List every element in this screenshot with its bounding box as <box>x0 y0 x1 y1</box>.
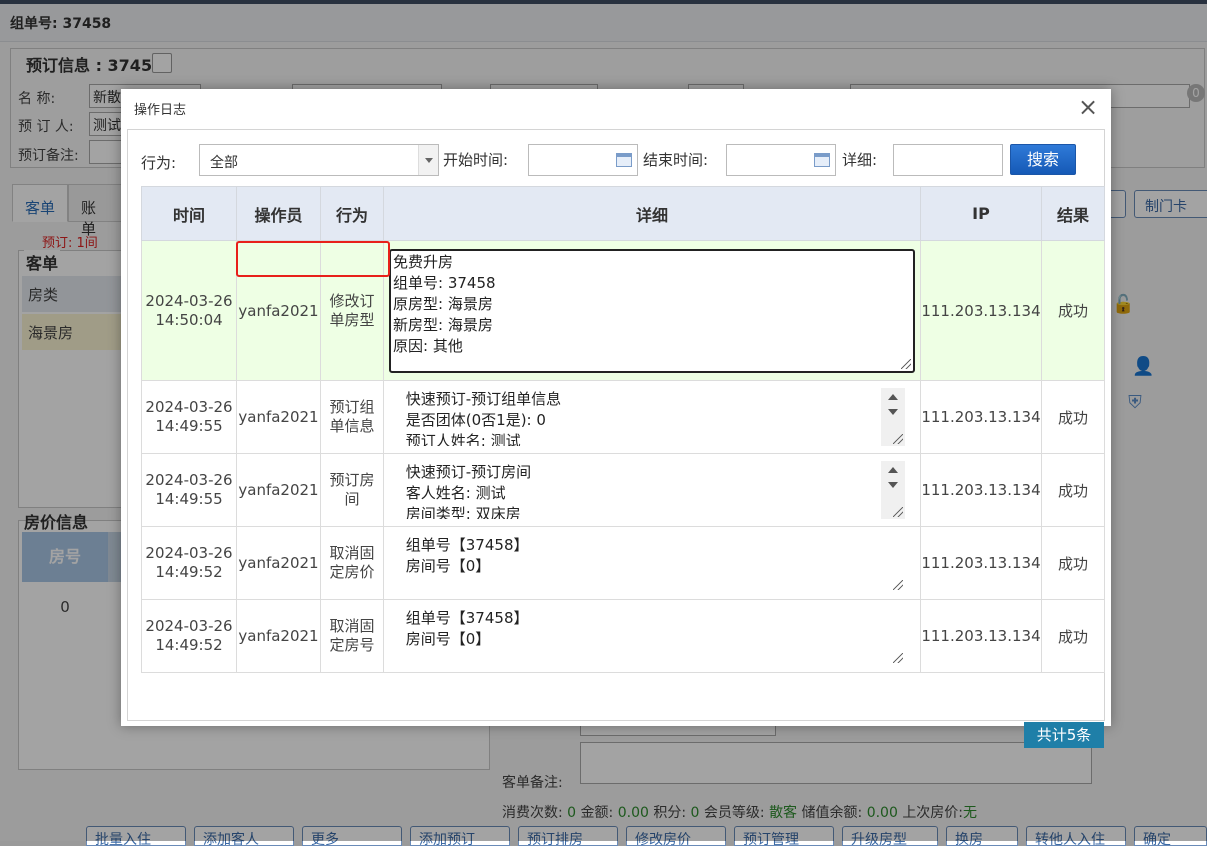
scroll-down-icon[interactable] <box>888 409 898 415</box>
table-row[interactable]: 2024-03-26 14:49:52 yanfa2021 取消固 定房号 组单号【… <box>141 599 1105 673</box>
ip-cell: 111.203.13.134 <box>920 453 1042 527</box>
action-filter-label: 行为: <box>141 154 177 172</box>
operator-cell: yanfa2021 <box>236 380 321 454</box>
time-cell: 2024-03-26 14:49:52 <box>141 526 237 600</box>
table-header-row: 时间 操作员 行为 详细 IP 结果 <box>141 186 1105 241</box>
operator-cell: yanfa2021 <box>236 453 321 527</box>
detail-textarea[interactable]: 快速预订-预订房间 客人姓名: 测试 房间类型: 双床房 <box>399 461 905 519</box>
detail-cell: 组单号【37458】 房间号【0】 <box>383 526 921 600</box>
start-time-input[interactable] <box>528 144 638 176</box>
resize-grip-icon[interactable] <box>901 358 911 369</box>
column-header-time[interactable]: 时间 <box>141 186 237 241</box>
detail-textarea[interactable]: 组单号【37458】 房间号【0】 <box>399 607 905 665</box>
result-cell: 成功 <box>1041 453 1105 527</box>
ip-cell: 111.203.13.134 <box>920 240 1042 381</box>
detail-cell: 快速预订-预订组单信息 是否团体(0否1是): 0 预订人姓名: 测试 <box>383 380 921 454</box>
detail-cell: 组单号【37458】 房间号【0】 <box>383 599 921 673</box>
highlight-annotation <box>236 241 390 277</box>
table-row[interactable]: 2024-03-26 14:49:55 yanfa2021 预订组 单信息 快速预订… <box>141 380 1105 454</box>
total-count-badge: 共计5条 <box>1024 722 1104 748</box>
column-header-result[interactable]: 结果 <box>1041 186 1105 241</box>
time-cell: 2024-03-26 14:49:52 <box>141 599 237 673</box>
action-cell: 预订房间 <box>320 453 384 527</box>
action-cell: 预订组 单信息 <box>320 380 384 454</box>
resize-grip-icon[interactable] <box>893 507 903 517</box>
detail-filter-label: 详细: <box>842 151 878 169</box>
scroll-up-icon[interactable] <box>888 467 898 473</box>
time-cell: 2024-03-26 14:50:04 <box>141 240 237 381</box>
dialog-body: 行为: 全部 开始时间: 结束时间: 详细: 搜索 时间 操作员 行为 详细 I… <box>127 129 1105 748</box>
action-cell: 取消固 定房号 <box>320 599 384 673</box>
time-cell: 2024-03-26 14:49:55 <box>141 380 237 454</box>
detail-textarea[interactable]: 组单号【37458】 房间号【0】 <box>399 534 905 592</box>
resize-grip-icon[interactable] <box>893 580 903 590</box>
dialog-title: 操作日志 <box>134 103 187 118</box>
operation-log-dialog: 操作日志 × 行为: 全部 开始时间: 结束时间: 详细: 搜索 时间 操作员 … <box>121 89 1111 748</box>
column-header-ip[interactable]: IP <box>920 186 1042 241</box>
action-filter-value: 全部 <box>210 155 238 171</box>
result-cell: 成功 <box>1041 240 1105 381</box>
resize-grip-icon[interactable] <box>893 434 903 444</box>
result-cell: 成功 <box>1041 599 1105 673</box>
detail-filter-input[interactable] <box>893 144 1003 176</box>
column-header-detail[interactable]: 详细 <box>383 186 921 241</box>
end-time-label: 结束时间: <box>643 151 709 169</box>
search-button[interactable]: 搜索 <box>1010 144 1076 175</box>
column-header-operator[interactable]: 操作员 <box>236 186 321 241</box>
table-row[interactable]: 2024-03-26 14:49:55 yanfa2021 预订房间 快速预订-预… <box>141 453 1105 527</box>
ip-cell: 111.203.13.134 <box>920 599 1042 673</box>
time-cell: 2024-03-26 14:49:55 <box>141 453 237 527</box>
calendar-icon[interactable] <box>814 153 830 167</box>
start-time-label: 开始时间: <box>443 151 509 169</box>
end-time-input[interactable] <box>726 144 836 176</box>
operator-cell: yanfa2021 <box>236 526 321 600</box>
operator-cell: yanfa2021 <box>236 599 321 673</box>
close-icon[interactable]: × <box>1077 95 1099 119</box>
action-cell: 取消固 定房价 <box>320 526 384 600</box>
detail-cell: 快速预订-预订房间 客人姓名: 测试 房间类型: 双床房 <box>383 453 921 527</box>
ip-cell: 111.203.13.134 <box>920 380 1042 454</box>
detail-textarea[interactable]: 快速预订-预订组单信息 是否团体(0否1是): 0 预订人姓名: 测试 <box>399 388 905 446</box>
chevron-down-icon[interactable] <box>418 145 438 175</box>
detail-textarea[interactable]: 免费升房 组单号: 37458 原房型: 海景房 新房型: 海景房 原因: 其他 <box>389 248 915 373</box>
calendar-icon[interactable] <box>616 153 632 167</box>
table-row[interactable]: 2024-03-26 14:49:52 yanfa2021 取消固 定房价 组单号【… <box>141 526 1105 600</box>
action-filter-select[interactable]: 全部 <box>199 144 439 176</box>
scroll-down-icon[interactable] <box>888 482 898 488</box>
scroll-up-icon[interactable] <box>888 394 898 400</box>
detail-cell: 免费升房 组单号: 37458 原房型: 海景房 新房型: 海景房 原因: 其他 <box>383 240 921 381</box>
result-cell: 成功 <box>1041 380 1105 454</box>
resize-grip-icon[interactable] <box>893 653 903 663</box>
column-header-action[interactable]: 行为 <box>320 186 384 241</box>
ip-cell: 111.203.13.134 <box>920 526 1042 600</box>
result-cell: 成功 <box>1041 526 1105 600</box>
